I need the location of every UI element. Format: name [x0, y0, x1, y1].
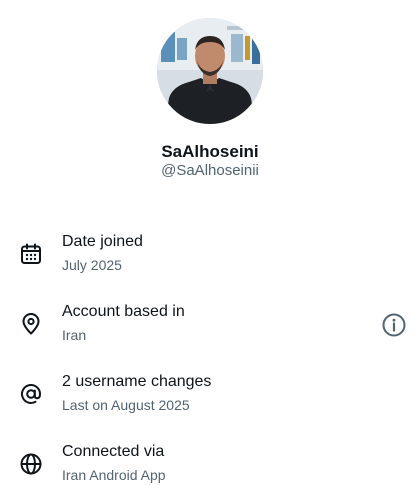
detail-title: 2 username changes	[62, 373, 212, 390]
info-icon[interactable]	[381, 312, 407, 338]
location-pin-icon	[22, 313, 40, 335]
detail-row-connected-via: Connected via Iran Android App	[0, 443, 420, 500]
detail-title: Connected via	[62, 443, 165, 460]
detail-title: Date joined	[62, 233, 143, 250]
avatar-photo	[157, 18, 263, 124]
detail-value: Iran	[62, 327, 87, 343]
detail-value: Last on August 2025	[62, 397, 190, 413]
detail-row-date-joined: Date joined July 2025	[0, 233, 420, 293]
at-sign-icon	[21, 384, 42, 404]
detail-row-account-based-in: Account based in Iran	[0, 303, 420, 363]
account-info-page: SaAlhoseini @SaAlhoseinii Date joined Ju…	[0, 0, 420, 500]
globe-icon	[20, 453, 42, 475]
detail-value: July 2025	[62, 257, 122, 273]
display-name: SaAlhoseini	[161, 142, 259, 161]
username-handle: @SaAlhoseinii	[161, 162, 259, 179]
detail-value: Iran Android App	[62, 467, 166, 483]
calendar-icon	[21, 243, 41, 264]
avatar[interactable]	[157, 18, 263, 124]
detail-row-username-changes: 2 username changes Last on August 2025	[0, 373, 420, 433]
detail-title: Account based in	[62, 303, 185, 320]
